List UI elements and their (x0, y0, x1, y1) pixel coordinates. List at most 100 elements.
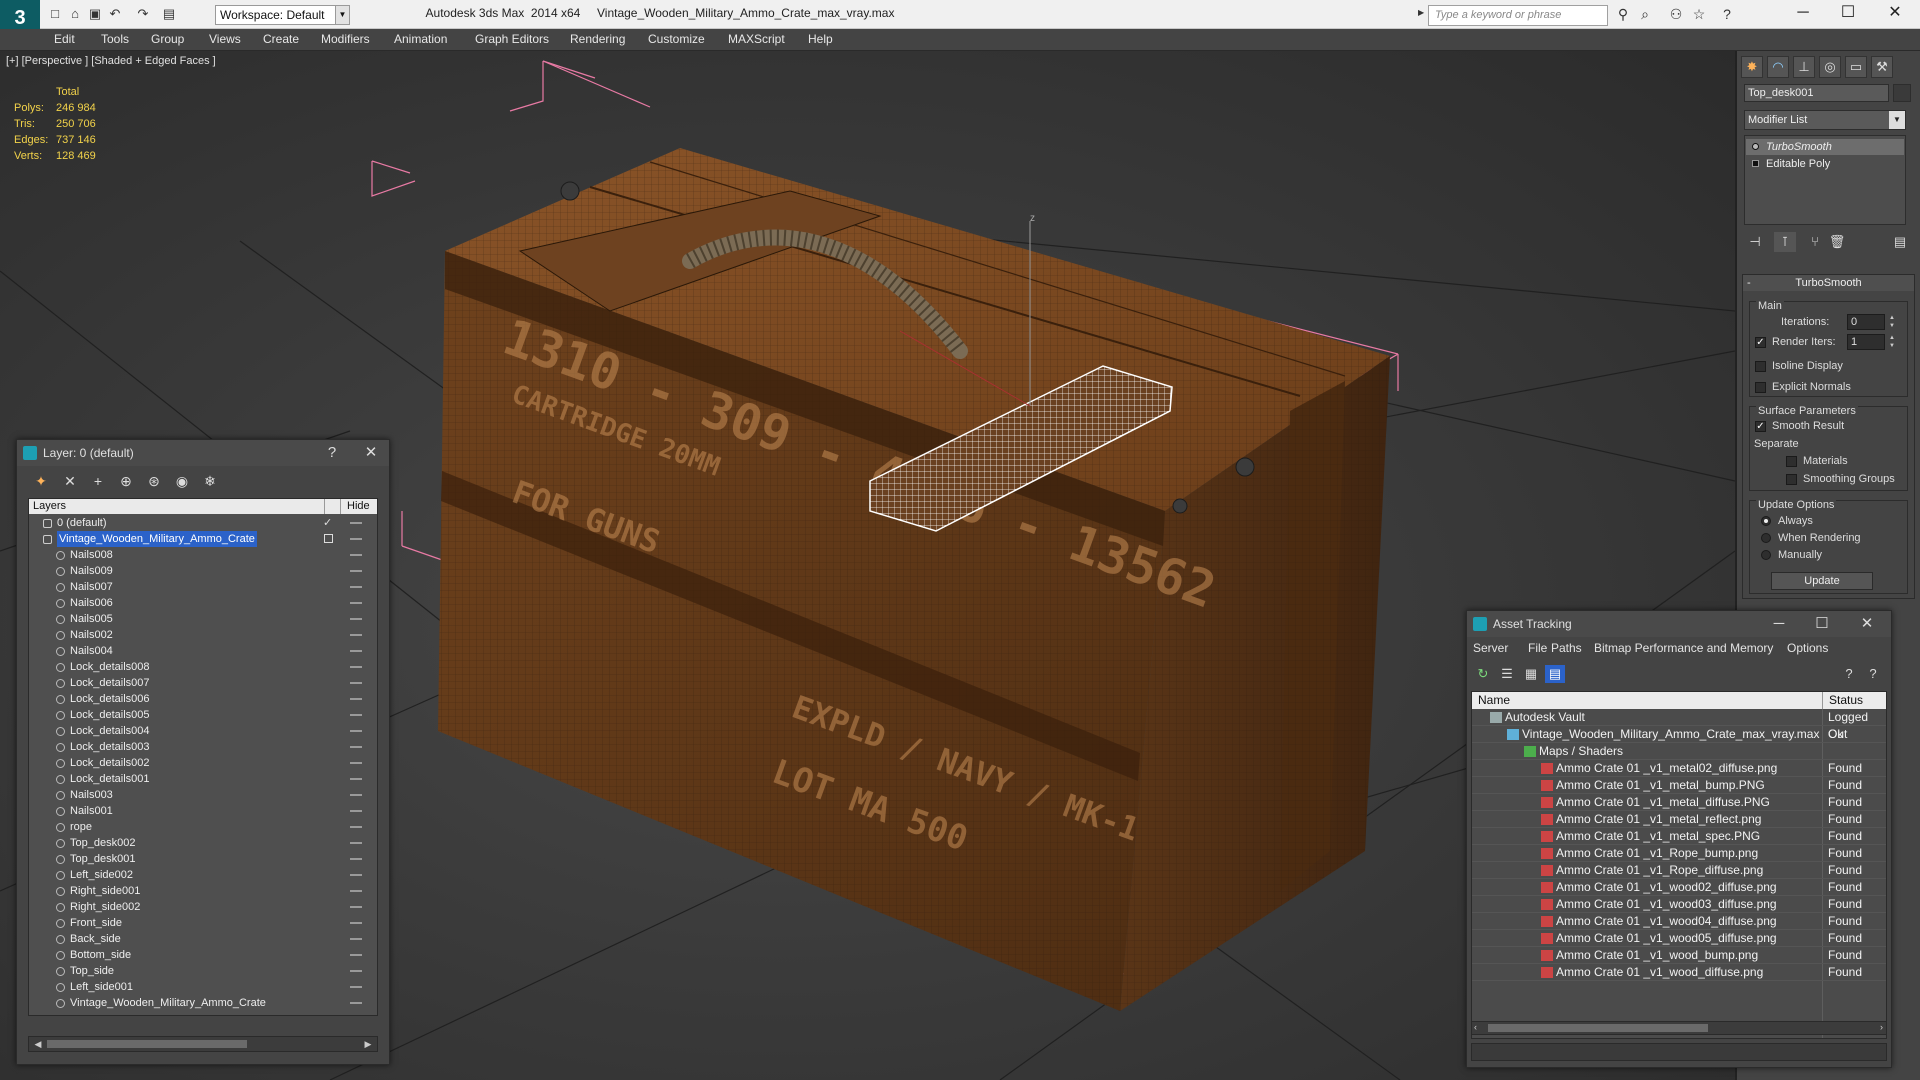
help-icon[interactable]: ? (317, 440, 347, 466)
hide-toggle[interactable] (350, 778, 362, 780)
hide-toggle[interactable] (350, 858, 362, 860)
asset-row[interactable]: Ammo Crate 01 _v1_wood05_diffuse.png Foun… (1472, 930, 1886, 947)
asset-row[interactable]: Maps / Shaders (1472, 743, 1886, 760)
object-row[interactable]: Nails003 (29, 787, 377, 803)
asset-row[interactable]: Ammo Crate 01 _v1_Rope_diffuse.png Found (1472, 862, 1886, 879)
menu-rendering[interactable]: Rendering (570, 32, 625, 46)
create-tab-icon[interactable]: ✸ (1741, 56, 1763, 78)
hide-toggle[interactable] (350, 554, 362, 556)
close-icon[interactable]: ✕ (356, 440, 386, 466)
minimize-icon[interactable]: ─ (1764, 611, 1794, 637)
asset-horizontal-scrollbar[interactable]: ‹ › (1471, 1021, 1887, 1035)
asset-row[interactable]: Ammo Crate 01 _v1_wood02_diffuse.png Foun… (1472, 879, 1886, 896)
object-row[interactable]: Left_side001 (29, 979, 377, 995)
table-view-icon[interactable]: ▤ (1545, 665, 1565, 683)
favorites-star-icon[interactable]: ☆ (1690, 6, 1708, 23)
remove-modifier-icon[interactable]: 🗑 (1826, 232, 1848, 252)
hide-toggle[interactable] (350, 602, 362, 604)
asset-row[interactable]: Ammo Crate 01 _v1_metal_diffuse.PNG Found (1472, 794, 1886, 811)
hide-toggle[interactable] (350, 842, 362, 844)
asset-menu-file[interactable]: File (1528, 639, 1547, 657)
stack-item-editable-poly[interactable]: Editable Poly (1746, 156, 1904, 172)
smooth-result-checkbox[interactable]: ✓ (1755, 421, 1766, 432)
smoothing-groups-checkbox[interactable] (1786, 474, 1797, 485)
asset-row[interactable]: Ammo Crate 01 _v1_wood_bump.png Found (1472, 947, 1886, 964)
asset-row[interactable]: Ammo Crate 01 _v1_wood03_diffuse.png Foun… (1472, 896, 1886, 913)
object-row[interactable]: Lock_details007 (29, 675, 377, 691)
object-row[interactable]: Right_side001 (29, 883, 377, 899)
menu-create[interactable]: Create (263, 32, 299, 46)
object-row[interactable]: Lock_details001 (29, 771, 377, 787)
asset-panel-titlebar[interactable]: Asset Tracking ─ ☐ ✕ (1467, 611, 1891, 637)
list-view-icon[interactable]: ☰ (1497, 665, 1517, 683)
pin-stack-icon[interactable]: ⊣ (1744, 232, 1766, 252)
scroll-left-icon[interactable]: ‹ (1474, 1022, 1477, 1032)
hide-toggle[interactable] (350, 986, 362, 988)
layer-panel-titlebar[interactable]: Layer: 0 (default) ? ✕ (17, 440, 389, 466)
subscription-icon[interactable]: ⚇ (1667, 6, 1685, 23)
menu-modifiers[interactable]: Modifiers (321, 32, 370, 46)
iterations-spin-arrows[interactable]: ▲ ▼ (1887, 314, 1897, 330)
hide-toggle[interactable] (350, 810, 362, 812)
menu-tools[interactable]: Tools (101, 32, 129, 46)
modifier-list-dropdown[interactable]: Modifier List ▼ (1744, 110, 1906, 130)
render-iters-spin-arrows[interactable]: ▲ ▼ (1887, 334, 1897, 350)
render-iters-spinner[interactable]: 1 (1847, 334, 1885, 350)
scroll-thumb[interactable] (47, 1040, 247, 1048)
help-icon[interactable]: ? (1718, 6, 1736, 23)
hide-toggle[interactable] (350, 618, 362, 620)
hide-toggle[interactable] (350, 730, 362, 732)
hide-toggle[interactable] (350, 1002, 362, 1004)
active-layer-check-icon[interactable]: ✓ (323, 515, 332, 531)
expand-icon[interactable] (1752, 160, 1759, 167)
hide-toggle[interactable] (350, 698, 362, 700)
stack-item-turbosmooth[interactable]: TurboSmooth (1746, 139, 1904, 155)
select-objects-icon[interactable]: ⊕ (115, 471, 137, 491)
scroll-thumb[interactable] (1488, 1024, 1708, 1032)
motion-tab-icon[interactable]: ◎ (1819, 56, 1841, 78)
hide-toggle[interactable] (350, 666, 362, 668)
explicit-normals-checkbox[interactable] (1755, 382, 1766, 393)
hide-toggle[interactable] (350, 586, 362, 588)
hide-toggle[interactable] (350, 906, 362, 908)
asset-row[interactable]: Ammo Crate 01 _v1_Rope_bump.png Found (1472, 845, 1886, 862)
hide-toggle[interactable] (350, 874, 362, 876)
scroll-left-icon[interactable]: ◀ (31, 1037, 45, 1051)
asset-menu-options[interactable]: Options (1787, 639, 1828, 657)
viewport-label[interactable]: [+] [Perspective ] [Shaded + Edged Faces… (6, 55, 216, 67)
asset-row[interactable]: Vintage_Wooden_Military_Ammo_Crate_max_v… (1472, 726, 1886, 743)
highlight-layer-icon[interactable]: ⊛ (143, 471, 165, 491)
asset-row[interactable]: Ammo Crate 01 _v1_wood_diffuse.png Found (1472, 964, 1886, 981)
object-row[interactable]: Vintage_Wooden_Military_Ammo_Crate (29, 995, 377, 1011)
menu-customize[interactable]: Customize (648, 32, 705, 46)
object-color-swatch[interactable] (1893, 84, 1911, 102)
menu-edit[interactable]: Edit (54, 32, 75, 46)
object-row[interactable]: Nails008 (29, 547, 377, 563)
menu-maxscript[interactable]: MAXScript (728, 32, 785, 46)
object-row[interactable]: Top_desk002 (29, 835, 377, 851)
close-button[interactable]: ✕ (1872, 0, 1918, 28)
object-row[interactable]: Nails001 (29, 803, 377, 819)
close-icon[interactable]: ✕ (1852, 611, 1882, 637)
render-iters-checkbox[interactable]: ✓ (1755, 337, 1766, 348)
modify-tab-icon[interactable]: ◠ (1767, 56, 1789, 78)
maximize-icon[interactable]: ☐ (1807, 611, 1837, 637)
add-to-layer-icon[interactable]: + (87, 471, 109, 491)
search-input[interactable]: Type a keyword or phrase (1428, 5, 1608, 26)
delete-layer-icon[interactable]: ✕ (59, 471, 81, 491)
hide-toggle[interactable] (350, 890, 362, 892)
hide-toggle[interactable] (350, 970, 362, 972)
object-row[interactable]: Nails004 (29, 643, 377, 659)
layer-horizontal-scrollbar[interactable]: ◀ ▶ (28, 1036, 378, 1052)
asset-row[interactable]: Ammo Crate 01 _v1_wood04_diffuse.png Foun… (1472, 913, 1886, 930)
utilities-tab-icon[interactable]: ⚒ (1871, 56, 1893, 78)
hide-toggle[interactable] (350, 570, 362, 572)
name-column-header[interactable]: Name (1478, 692, 1510, 709)
hide-toggle[interactable] (350, 762, 362, 764)
show-end-result-icon[interactable]: ⊺ (1774, 232, 1796, 252)
menu-help[interactable]: Help (808, 32, 833, 46)
layer-row[interactable]: 0 (default) ✓ (29, 515, 377, 531)
asset-row[interactable]: Ammo Crate 01 _v1_metal02_diffuse.png Fou… (1472, 760, 1886, 777)
layers-column-header[interactable]: Layers (33, 499, 66, 514)
object-row[interactable]: Nails009 (29, 563, 377, 579)
